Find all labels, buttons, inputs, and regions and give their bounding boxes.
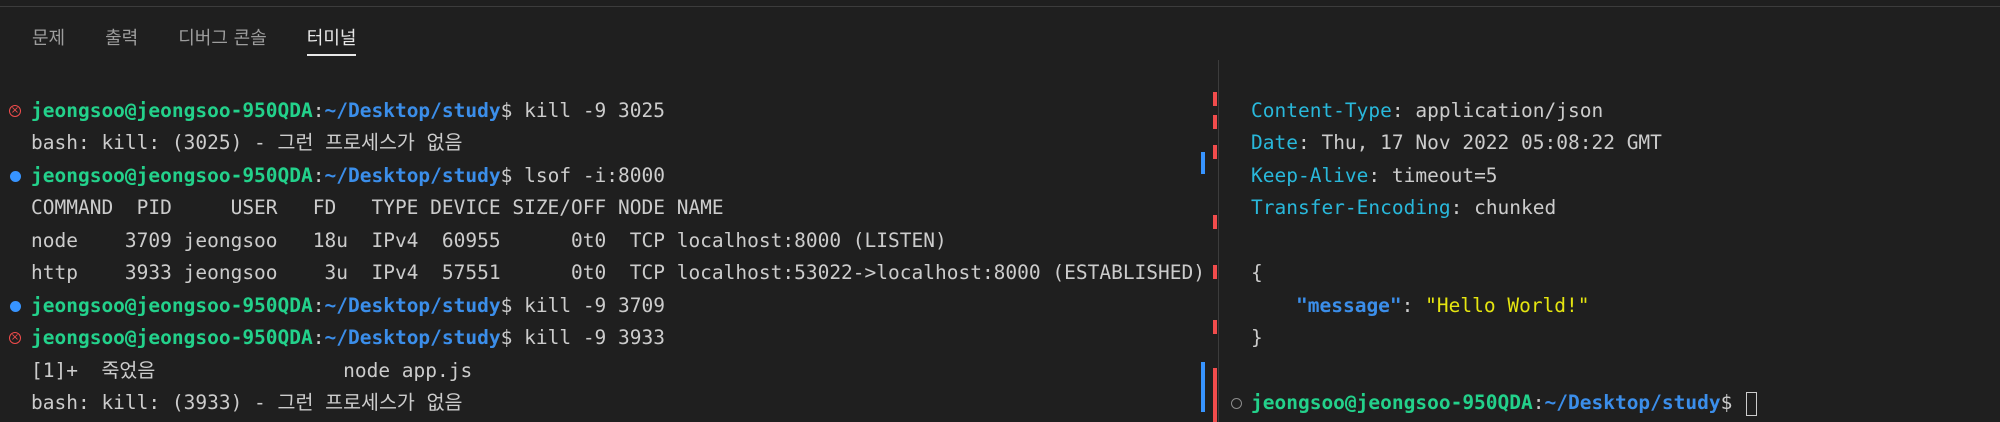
json-line: "message": "Hello World!": [1296, 294, 1590, 317]
terminal-output-line: bash: kill: (3933) - 그런 프로세스가 없음: [31, 391, 463, 414]
terminal-output-line: bash: kill: (3025) - 그런 프로세스가 없음: [31, 131, 463, 154]
ruler-mark-error: [1213, 145, 1217, 159]
response-header-line: Keep-Alive: timeout=5: [1251, 164, 1498, 187]
tab-problems[interactable]: 문제: [32, 16, 65, 50]
ruler-mark-error: [1213, 368, 1217, 422]
success-decoration-icon[interactable]: [8, 160, 22, 192]
terminal-line: jeongsoo@jeongsoo-950QDA:~/Desktop/study…: [31, 294, 665, 317]
response-header-line: Transfer-Encoding: chunked: [1251, 196, 1557, 219]
json-brace-close: }: [1251, 326, 1263, 349]
terminal-right[interactable]: Content-Type: application/json Date: Thu…: [1220, 60, 2000, 422]
response-header-line: Content-Type: application/json: [1251, 99, 1604, 122]
response-header-line: Date: Thu, 17 Nov 2022 05:08:22 GMT: [1251, 131, 1662, 154]
ruler-mark-error: [1213, 320, 1217, 334]
terminal-line: jeongsoo@jeongsoo-950QDA:~/Desktop/study…: [31, 164, 665, 187]
terminal-output-line: node 3709 jeongsoo 18u IPv4 60955 0t0 TC…: [31, 229, 947, 252]
ruler-mark-error: [1213, 115, 1217, 129]
terminal-output-line: http 3933 jeongsoo 3u IPv4 57551 0t0 TCP…: [31, 261, 1205, 284]
tab-debug-console[interactable]: 디버그 콘솔: [178, 16, 267, 50]
empty-decoration-icon[interactable]: [1229, 387, 1243, 419]
tab-output[interactable]: 출력: [105, 16, 138, 50]
terminal-output-line: [1]+ 죽었음 node app.js: [31, 359, 473, 382]
ruler-mark-success: [1201, 362, 1205, 412]
panel-tab-bar: 문제 출력 디버그 콘솔 터미널: [32, 16, 396, 58]
terminal-prompt-line[interactable]: jeongsoo@jeongsoo-950QDA:~/Desktop/study…: [1251, 387, 1758, 419]
panel-top-border: [0, 6, 2000, 7]
ruler-mark-error: [1213, 92, 1217, 106]
terminal-line: jeongsoo@jeongsoo-950QDA:~/Desktop/study…: [31, 326, 665, 349]
success-decoration-icon[interactable]: [8, 290, 22, 322]
ruler-mark-error: [1213, 265, 1217, 279]
ruler-mark-error: [1213, 215, 1217, 229]
error-decoration-icon[interactable]: ×: [8, 95, 22, 127]
overview-ruler: [1200, 60, 1220, 422]
error-decoration-icon[interactable]: ×: [8, 322, 22, 354]
terminal-left[interactable]: × jeongsoo@jeongsoo-950QDA:~/Desktop/stu…: [0, 60, 1205, 422]
json-brace-open: {: [1251, 261, 1263, 284]
ruler-mark-success: [1201, 152, 1205, 174]
split-divider[interactable]: [1218, 60, 1219, 422]
tab-terminal[interactable]: 터미널: [306, 16, 356, 56]
terminal-output-line: COMMAND PID USER FD TYPE DEVICE SIZE/OFF…: [31, 196, 724, 219]
terminal-line: jeongsoo@jeongsoo-950QDA:~/Desktop/study…: [31, 99, 665, 122]
terminal-cursor: [1746, 391, 1758, 416]
